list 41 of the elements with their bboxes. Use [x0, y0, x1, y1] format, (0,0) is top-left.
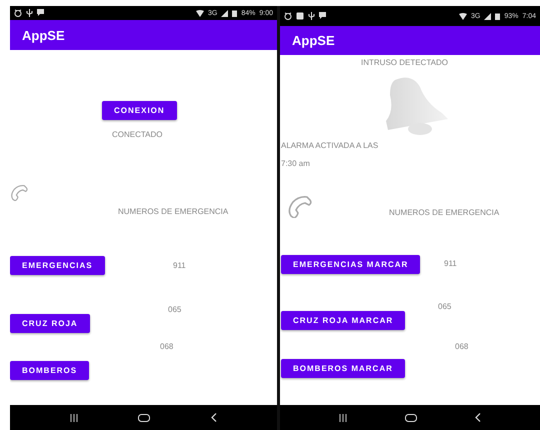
alarm-clock-icon: [284, 12, 292, 20]
dial-button[interactable]: BOMBEROS MARCAR: [281, 359, 405, 378]
phone-icon: [10, 184, 30, 200]
message-icon: [319, 12, 326, 20]
label-text: 911: [173, 260, 186, 270]
wifi-icon: [196, 10, 204, 16]
label-text: 911: [444, 259, 457, 269]
dial-button[interactable]: CRUZ ROJA MARCAR: [281, 311, 406, 330]
home-icon: [405, 414, 417, 422]
signal-icon: [221, 10, 228, 16]
label-text: 065: [438, 302, 452, 312]
label-text: CONECTADO: [112, 130, 163, 140]
home-icon: [138, 414, 150, 422]
label-text: 7:30 am: [281, 159, 310, 169]
back-icon: [475, 413, 481, 422]
label-text: INTRUSO DETECTADO: [361, 58, 448, 68]
dial-button[interactable]: CONEXION: [102, 100, 177, 120]
message-icon: [37, 9, 44, 17]
app-title: AppSE: [292, 33, 335, 48]
signal-icon: [484, 12, 492, 20]
usb-icon: [308, 12, 315, 20]
label-text: ALARMA ACTIVADA A LAS: [281, 141, 378, 151]
dial-button[interactable]: EMERGENCIAS: [10, 256, 105, 275]
battery-icon: [232, 10, 238, 16]
battery-icon: [495, 12, 500, 20]
label-text: NUMEROS DE EMERGENCIA: [389, 208, 500, 218]
app-title: AppSE: [22, 28, 65, 42]
wifi-icon: [459, 12, 468, 20]
recent-apps-icon: [339, 414, 347, 422]
square-app-icon: [296, 12, 304, 20]
usb-icon: [26, 9, 33, 17]
dial-button[interactable]: BOMBEROS: [10, 361, 90, 380]
alarm-clock-icon: [14, 9, 22, 17]
recent-apps-icon: [70, 414, 78, 422]
label-text: 068: [160, 342, 174, 352]
label-text: 065: [168, 305, 182, 315]
dial-button[interactable]: CRUZ ROJA: [10, 314, 90, 333]
label-text: 068: [455, 342, 468, 352]
dial-button[interactable]: EMERGENCIAS MARCAR: [281, 254, 420, 274]
label-text: NUMEROS DE EMERGENCIA: [118, 207, 228, 217]
back-icon: [210, 413, 217, 422]
